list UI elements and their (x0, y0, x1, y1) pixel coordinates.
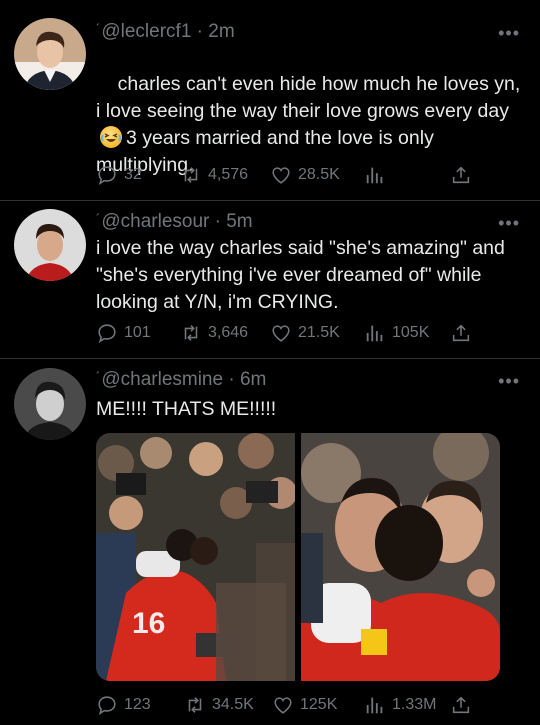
user-handle[interactable]: @leclercf1 (101, 21, 191, 42)
separator-dot: · (228, 369, 235, 390)
tweet-divider (0, 358, 540, 359)
reply-button[interactable]: 101 (96, 321, 151, 345)
tweet-actions: 101 3,646 21.5K 105K (96, 321, 516, 345)
views-button[interactable]: 105K (364, 321, 429, 345)
reply-icon (98, 324, 116, 343)
share-icon (452, 324, 470, 342)
user-handle[interactable]: @charlesour (101, 211, 209, 232)
reply-icon (98, 166, 116, 185)
avatar[interactable] (14, 209, 86, 281)
reply-button[interactable]: 123 (96, 693, 151, 717)
analytics-icon (366, 325, 383, 342)
retweet-icon (184, 325, 198, 341)
share-button[interactable] (450, 693, 478, 717)
view-count: 1.33M (392, 696, 437, 713)
share-icon (452, 166, 470, 184)
like-button[interactable]: 28.5K (270, 163, 340, 187)
like-count: 28.5K (298, 166, 340, 183)
share-icon (452, 696, 470, 714)
tweet-actions: 32 4,576 28.5K (96, 163, 516, 187)
avatar[interactable] (14, 368, 86, 440)
retweet-count: 34.5K (212, 696, 254, 713)
analytics-icon (366, 697, 383, 714)
avatar[interactable] (14, 18, 86, 90)
grinning-squinting-face-emoji (100, 126, 122, 148)
like-button[interactable]: 21.5K (270, 321, 340, 345)
retweet-icon (184, 167, 198, 183)
user-handle[interactable]: @charlesmine (101, 369, 223, 390)
heart-icon (274, 697, 292, 714)
tweet-photo-1[interactable]: 16 (96, 433, 295, 681)
views-button[interactable]: 1.33M (364, 693, 436, 717)
retweet-count: 4,576 (208, 166, 249, 183)
tick-mark: ´ (96, 21, 101, 36)
tick-mark: ´ (96, 369, 101, 384)
heart-icon (272, 167, 290, 184)
more-options-icon[interactable]: ••• (498, 213, 520, 234)
tweet-header: ´@leclercf1 · 2m (96, 21, 235, 43)
tweet-2[interactable]: ´@charlesour · 5m ••• i love the way cha… (0, 201, 540, 358)
timestamp[interactable]: 6m (240, 369, 266, 390)
reply-count: 101 (124, 324, 151, 341)
tweet-text-part-1: charles can't even hide how much he love… (96, 73, 526, 122)
tweet-text: ME!!!! THATS ME!!!!! (96, 398, 277, 420)
reply-icon (98, 696, 116, 715)
tweet-header: ´@charlesmine · 6m (96, 369, 266, 391)
reply-button[interactable]: 32 (96, 163, 142, 187)
analytics-icon (366, 167, 383, 184)
timestamp[interactable]: 5m (226, 211, 252, 232)
retweet-button[interactable]: 34.5K (184, 693, 254, 717)
separator-dot: · (214, 211, 221, 232)
reply-count: 32 (124, 166, 142, 183)
retweet-icon (188, 697, 202, 713)
tweet-photo-2[interactable] (301, 433, 500, 681)
media-grid: 16 (96, 433, 500, 681)
more-options-icon[interactable]: ••• (498, 371, 520, 392)
timestamp[interactable]: 2m (208, 21, 234, 42)
share-button[interactable] (450, 321, 478, 345)
like-count: 125K (300, 696, 338, 713)
svg-text:16: 16 (132, 607, 165, 640)
more-options-icon[interactable]: ••• (498, 23, 520, 44)
retweet-count: 3,646 (208, 324, 249, 341)
reply-count: 123 (124, 696, 151, 713)
view-count: 105K (392, 324, 430, 341)
share-button[interactable] (450, 163, 478, 187)
separator-dot: · (196, 21, 203, 42)
like-button[interactable]: 125K (272, 693, 337, 717)
tick-mark: ´ (96, 211, 101, 226)
retweet-button[interactable]: 4,576 (180, 163, 248, 187)
tweet-text: i love the way charles said "she's amazi… (96, 237, 511, 313)
tweet-actions: 123 34.5K 125K 1.33M (96, 693, 516, 717)
heart-icon (272, 325, 290, 342)
views-button[interactable] (364, 163, 392, 187)
tweet-1[interactable]: ´@leclercf1 · 2m ••• charles can't even … (0, 0, 540, 200)
like-count: 21.5K (298, 324, 340, 341)
retweet-button[interactable]: 3,646 (180, 321, 248, 345)
tweet-header: ´@charlesour · 5m (96, 211, 253, 233)
